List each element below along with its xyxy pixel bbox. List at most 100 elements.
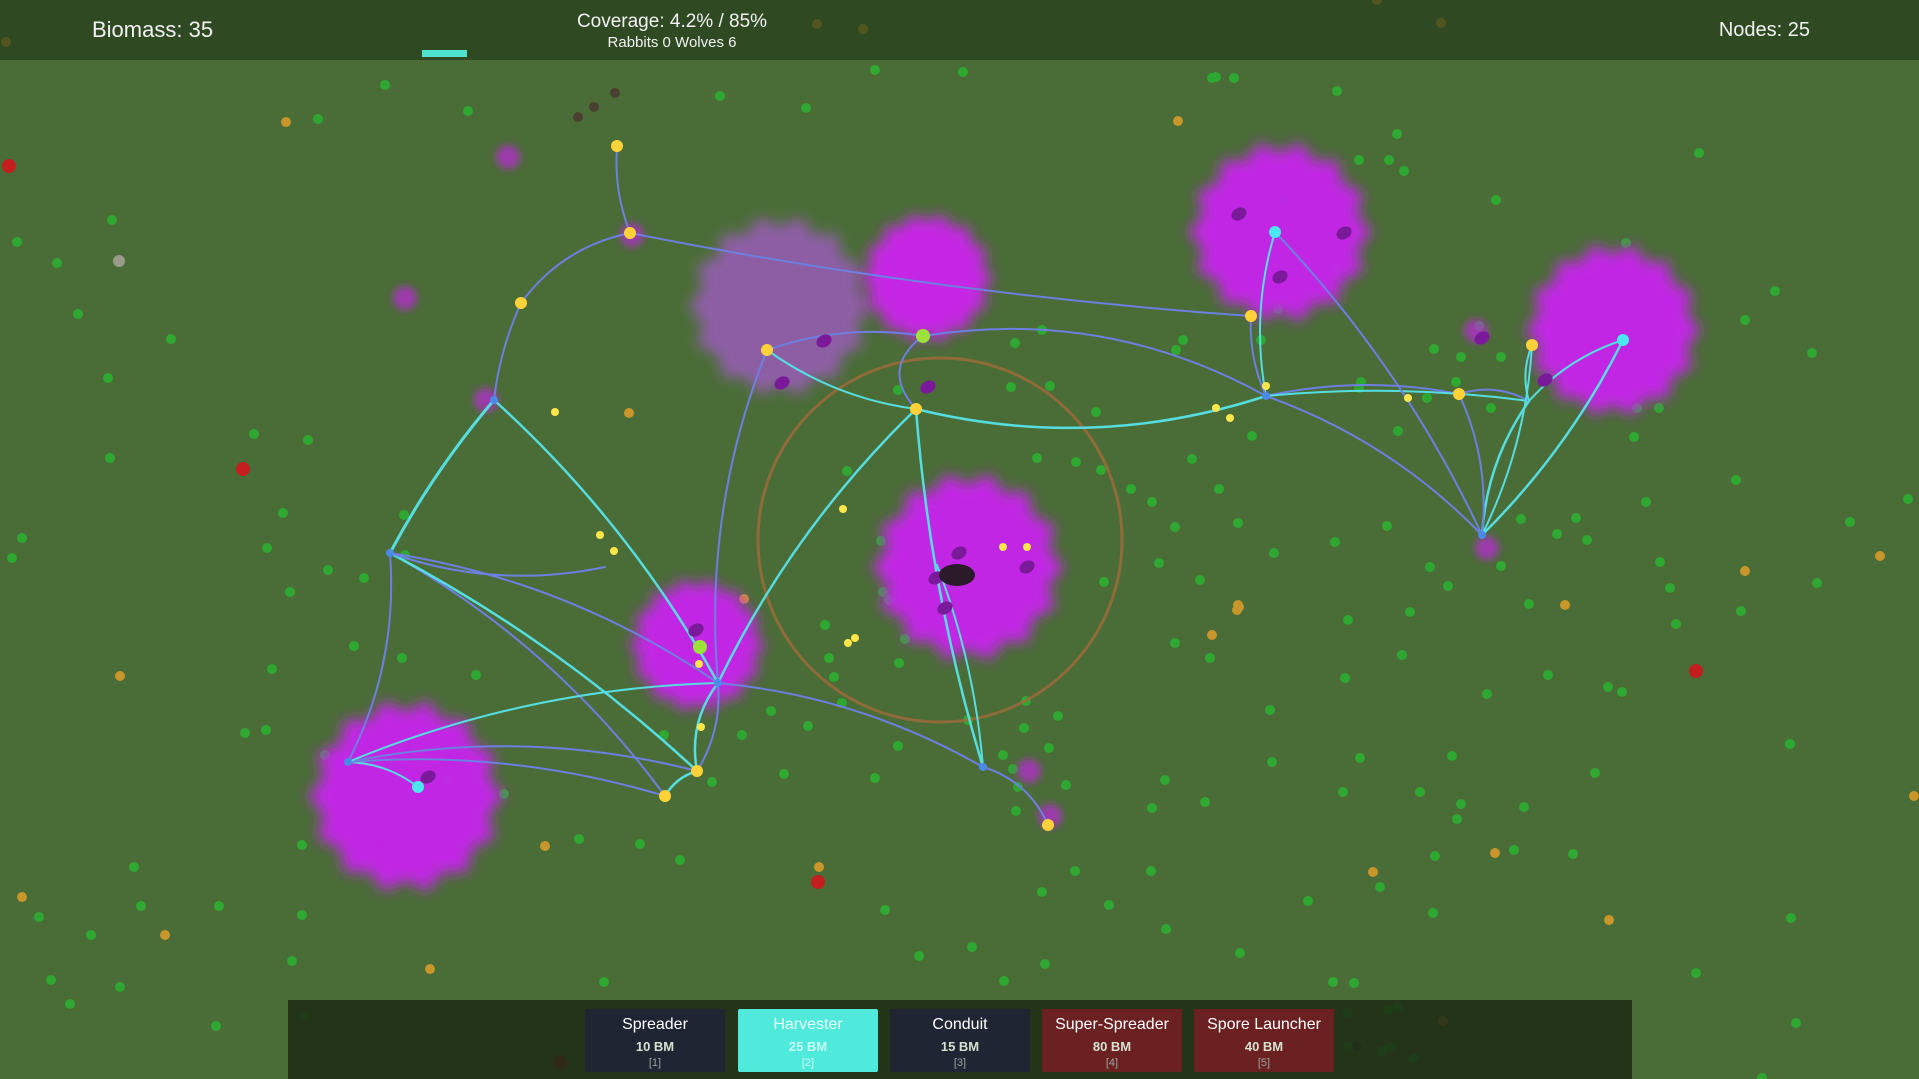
tool-spore-launcher-button[interactable]: Spore Launcher 40 BM [5] [1194, 1009, 1334, 1072]
food-particle [1160, 775, 1170, 785]
conduit-node[interactable] [386, 549, 394, 557]
food-particle [380, 80, 390, 90]
hazard-particle [1689, 664, 1703, 678]
food-particle [349, 641, 359, 651]
food-particle [1010, 338, 1020, 348]
food-particle [7, 553, 17, 563]
harvester-node[interactable] [1269, 226, 1281, 238]
food-particle [998, 750, 1008, 760]
food-particle [1568, 849, 1578, 859]
food-particle [1629, 432, 1639, 442]
food-particle [399, 510, 409, 520]
tool-conduit-button[interactable]: Conduit 15 BM [3] [890, 1009, 1030, 1072]
tool-hotkey: [4] [1105, 1057, 1119, 1069]
spreader-node[interactable] [910, 403, 922, 415]
spore-particle[interactable] [697, 723, 705, 731]
node-counter: Nodes: 25 [1718, 19, 1810, 41]
food-particle [1490, 848, 1500, 858]
spreader-node[interactable] [1042, 819, 1054, 831]
tool-super-spreader-button[interactable]: Super-Spreader 80 BM [4] [1042, 1009, 1182, 1072]
coverage-readout: Coverage: 4.2% / 85% [576, 11, 768, 32]
food-particle [1195, 575, 1205, 585]
food-particle [1037, 887, 1047, 897]
tool-hotkey: [2] [801, 1057, 815, 1069]
spreader-node[interactable] [624, 227, 636, 239]
food-particle [1451, 377, 1461, 387]
food-particle [17, 533, 27, 543]
conduit-node[interactable] [1478, 531, 1486, 539]
conduit-node[interactable] [344, 758, 352, 766]
food-particle [1590, 768, 1600, 778]
spreader-node[interactable] [691, 765, 703, 777]
harvester-node[interactable] [412, 781, 424, 793]
food-particle [1019, 723, 1029, 733]
food-particle [425, 964, 435, 974]
spore-particle[interactable] [1226, 414, 1234, 422]
spore-particle[interactable] [695, 660, 703, 668]
food-particle [610, 88, 620, 98]
spore-particle[interactable] [1023, 543, 1031, 551]
food-particle [1207, 73, 1217, 83]
spore-particle[interactable] [839, 505, 847, 513]
conduit-node[interactable] [490, 396, 498, 404]
food-particle [1543, 670, 1553, 680]
food-particle [967, 942, 977, 952]
food-particle [52, 258, 62, 268]
spore-particle[interactable] [610, 547, 618, 555]
food-particle [1482, 689, 1492, 699]
food-particle [1235, 948, 1245, 958]
spreader-node[interactable] [515, 297, 527, 309]
food-particle [1731, 475, 1741, 485]
spreader-node[interactable] [659, 790, 671, 802]
mycelium-colony [393, 286, 417, 310]
spore-particle[interactable] [1262, 382, 1270, 390]
spore-particle[interactable] [844, 639, 852, 647]
spreader-node[interactable] [1526, 339, 1538, 351]
food-particle [1909, 791, 1919, 801]
food-particle [1691, 968, 1701, 978]
spreader-node[interactable] [916, 329, 930, 343]
food-particle [86, 930, 96, 940]
food-particle [1205, 653, 1215, 663]
food-particle [801, 103, 811, 113]
spreader-node[interactable] [693, 640, 707, 654]
food-particle [160, 930, 170, 940]
conduit-node[interactable] [714, 679, 722, 687]
food-particle [829, 672, 839, 682]
conduit-node[interactable] [1262, 392, 1270, 400]
spore-particle[interactable] [1404, 394, 1412, 402]
food-particle [73, 309, 83, 319]
tool-spreader-button[interactable]: Spreader 10 BM [1] [585, 1009, 725, 1072]
conduit-node[interactable] [979, 763, 987, 771]
spore-particle[interactable] [851, 634, 859, 642]
spore-particle[interactable] [999, 543, 1007, 551]
food-particle [1770, 286, 1780, 296]
spreader-node[interactable] [611, 140, 623, 152]
food-particle [1655, 557, 1665, 567]
spore-particle[interactable] [596, 531, 604, 539]
food-particle [1447, 751, 1457, 761]
mycelium-colony [496, 145, 520, 169]
spreader-node[interactable] [1245, 310, 1257, 322]
game-world[interactable] [0, 0, 1919, 1079]
food-particle [1430, 851, 1440, 861]
harvester-node[interactable] [1617, 334, 1629, 346]
spreader-node[interactable] [1453, 388, 1465, 400]
spore-particle[interactable] [1212, 404, 1220, 412]
tool-harvester-button[interactable]: Harvester 25 BM [2] [738, 1009, 878, 1072]
hazard-particle [811, 875, 825, 889]
tool-name: Conduit [932, 1016, 988, 1033]
food-particle [1456, 352, 1466, 362]
food-particle [635, 839, 645, 849]
food-particle [1807, 348, 1817, 358]
food-particle [297, 910, 307, 920]
food-particle [573, 112, 583, 122]
wolf-creature [939, 564, 975, 586]
food-particle [1269, 548, 1279, 558]
spreader-node[interactable] [761, 344, 773, 356]
food-particle [105, 453, 115, 463]
food-particle [1425, 562, 1435, 572]
food-particle [1011, 806, 1021, 816]
food-particle [12, 237, 22, 247]
spore-particle[interactable] [551, 408, 559, 416]
